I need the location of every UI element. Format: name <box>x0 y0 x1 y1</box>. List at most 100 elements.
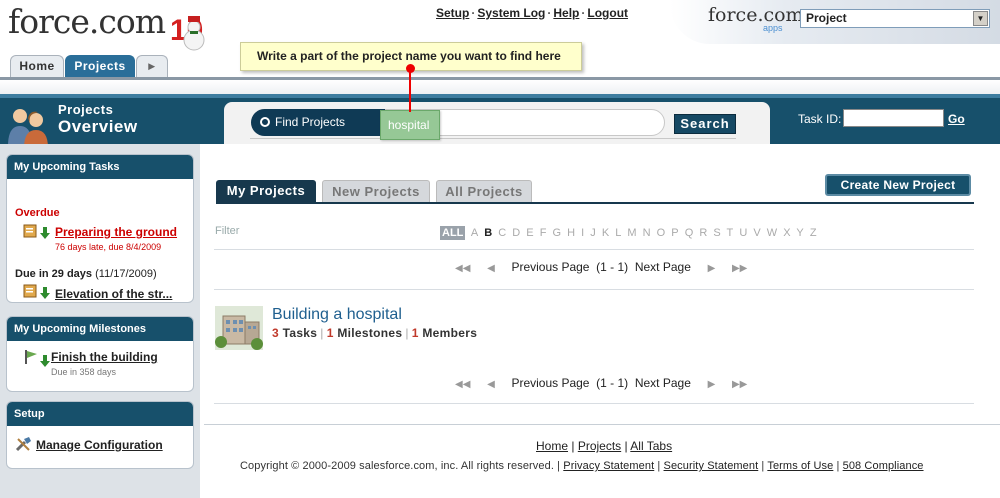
tab-my-projects[interactable]: My Projects <box>216 180 316 202</box>
filter-letter[interactable]: S <box>713 227 720 239</box>
next-page-label[interactable]: Next Page <box>635 260 691 274</box>
divider <box>214 403 974 404</box>
sidebar: My Upcoming Tasks Overdue Preparing the … <box>0 144 200 498</box>
prev-page-icon[interactable]: ◀ <box>487 379 495 390</box>
filter-letter[interactable]: H <box>567 227 575 239</box>
project-thumbnail[interactable] <box>215 306 263 350</box>
arrow-down-icon <box>40 227 50 239</box>
filter-letter[interactable]: K <box>602 227 609 239</box>
last-page-icon[interactable]: ▶▶ <box>732 379 747 390</box>
brand-sub: apps <box>763 23 783 33</box>
page-range: (1 - 1) <box>596 260 629 274</box>
upcoming-tasks-title: My Upcoming Tasks <box>7 155 193 179</box>
app-selector[interactable]: Project ▼ <box>800 9 990 28</box>
filter-letter[interactable]: Y <box>796 227 803 239</box>
filter-letter[interactable]: Z <box>810 227 817 239</box>
footer-divider <box>204 424 1000 425</box>
create-new-project-button[interactable]: Create New Project <box>825 174 971 196</box>
filter-letter[interactable]: J <box>590 227 596 239</box>
prev-page-label[interactable]: Previous Page <box>511 376 589 390</box>
filter-letter[interactable]: I <box>581 227 584 239</box>
filter-letter[interactable]: P <box>671 227 678 239</box>
terms-of-use-link[interactable]: Terms of Use <box>767 460 833 472</box>
next-page-icon[interactable]: ▶ <box>708 263 716 274</box>
filter-letter[interactable]: G <box>553 227 562 239</box>
manage-configuration-link[interactable]: Manage Configuration <box>36 438 163 452</box>
logo-10-badge-icon: 10 <box>170 14 205 51</box>
overdue-task-sub: 76 days late, due 8/4/2009 <box>55 242 162 252</box>
next-page-icon[interactable]: ▶ <box>708 379 716 390</box>
prev-page-label[interactable]: Previous Page <box>511 260 589 274</box>
filter-letter[interactable]: N <box>643 227 651 239</box>
members-count: 1 <box>411 326 419 340</box>
filter-letter[interactable]: X <box>783 227 790 239</box>
due-label-text: Due in 29 days <box>15 268 93 280</box>
next-page-label[interactable]: Next Page <box>635 376 691 390</box>
help-link[interactable]: Help <box>553 6 579 20</box>
last-page-icon[interactable]: ▶▶ <box>732 263 747 274</box>
divider <box>214 249 974 250</box>
filter-all[interactable]: ALL <box>440 226 466 240</box>
filter-letter[interactable]: E <box>526 227 533 239</box>
upcoming-milestones-box: My Upcoming Milestones Finish the buildi… <box>6 316 194 392</box>
tools-icon <box>15 437 31 452</box>
filter-letter[interactable]: Q <box>685 227 694 239</box>
filter-letter[interactable]: W <box>767 227 777 239</box>
security-statement-link[interactable]: Security Statement <box>664 460 759 472</box>
tab-all-projects[interactable]: All Projects <box>436 180 532 202</box>
setup-link[interactable]: Setup <box>436 6 469 20</box>
tab-more-arrow-icon[interactable]: ▶ <box>136 55 168 77</box>
project-name-link[interactable]: Building a hospital <box>272 306 402 324</box>
task-id-go-link[interactable]: Go <box>948 112 965 126</box>
filter-letter[interactable]: U <box>739 227 747 239</box>
search-icon <box>260 117 270 127</box>
milestone-sub: Due in 358 days <box>51 367 117 377</box>
search-button[interactable]: Search <box>674 114 736 134</box>
task-id-input[interactable] <box>843 109 944 127</box>
tab-home[interactable]: Home <box>10 55 64 77</box>
search-input-value[interactable]: hospital <box>380 110 440 140</box>
page-title: Overview <box>58 117 138 136</box>
setup-box: Setup Manage Configuration <box>6 401 194 469</box>
filter-letter[interactable]: V <box>753 227 760 239</box>
system-log-link[interactable]: System Log <box>477 6 545 20</box>
filter-letter[interactable]: O <box>657 227 666 239</box>
footer-links: Home | Projects | All Tabs <box>536 439 673 453</box>
filter-letter[interactable]: M <box>627 227 636 239</box>
arrow-down-icon <box>40 355 50 367</box>
milestone-link[interactable]: Finish the building <box>51 350 158 364</box>
upcoming-milestones-title: My Upcoming Milestones <box>7 317 193 341</box>
tooltip-pointer-dot <box>406 64 415 73</box>
tasks-label: Tasks <box>282 326 318 340</box>
tab-new-projects[interactable]: New Projects <box>322 180 430 202</box>
filter-label: Filter <box>215 225 240 237</box>
filter-letter[interactable]: L <box>615 227 621 239</box>
filter-letter[interactable]: F <box>540 227 547 239</box>
filter-letter[interactable]: C <box>498 227 506 239</box>
divider <box>214 289 974 290</box>
brand-text: force.com <box>708 4 804 26</box>
filter-letter[interactable]: T <box>727 227 734 239</box>
footer-all-tabs-link[interactable]: All Tabs <box>630 439 672 453</box>
logout-link[interactable]: Logout <box>587 6 628 20</box>
filter-letter[interactable]: B <box>484 227 492 239</box>
footer-projects-link[interactable]: Projects <box>578 439 621 453</box>
prev-page-icon[interactable]: ◀ <box>487 263 495 274</box>
logo-text: force.com <box>8 2 166 41</box>
privacy-statement-link[interactable]: Privacy Statement <box>563 460 654 472</box>
footer-home-link[interactable]: Home <box>536 439 568 453</box>
milestones-count: 1 <box>326 326 334 340</box>
page-heading-line1: Projects <box>58 102 114 117</box>
chevron-down-icon[interactable]: ▼ <box>973 11 988 26</box>
filter-letter[interactable]: A <box>471 227 478 239</box>
force-apps-logo: force.com apps <box>708 4 804 33</box>
due-task-link[interactable]: Elevation of the str... <box>55 287 172 301</box>
tab-projects[interactable]: Projects <box>65 55 135 77</box>
first-page-icon[interactable]: ◀◀ <box>455 379 470 390</box>
filter-letter[interactable]: D <box>512 227 520 239</box>
first-page-icon[interactable]: ◀◀ <box>455 263 470 274</box>
overdue-task-link[interactable]: Preparing the ground <box>55 225 177 239</box>
compliance-508-link[interactable]: 508 Compliance <box>843 460 924 472</box>
arrow-down-icon <box>40 287 50 299</box>
filter-letter[interactable]: R <box>699 227 707 239</box>
